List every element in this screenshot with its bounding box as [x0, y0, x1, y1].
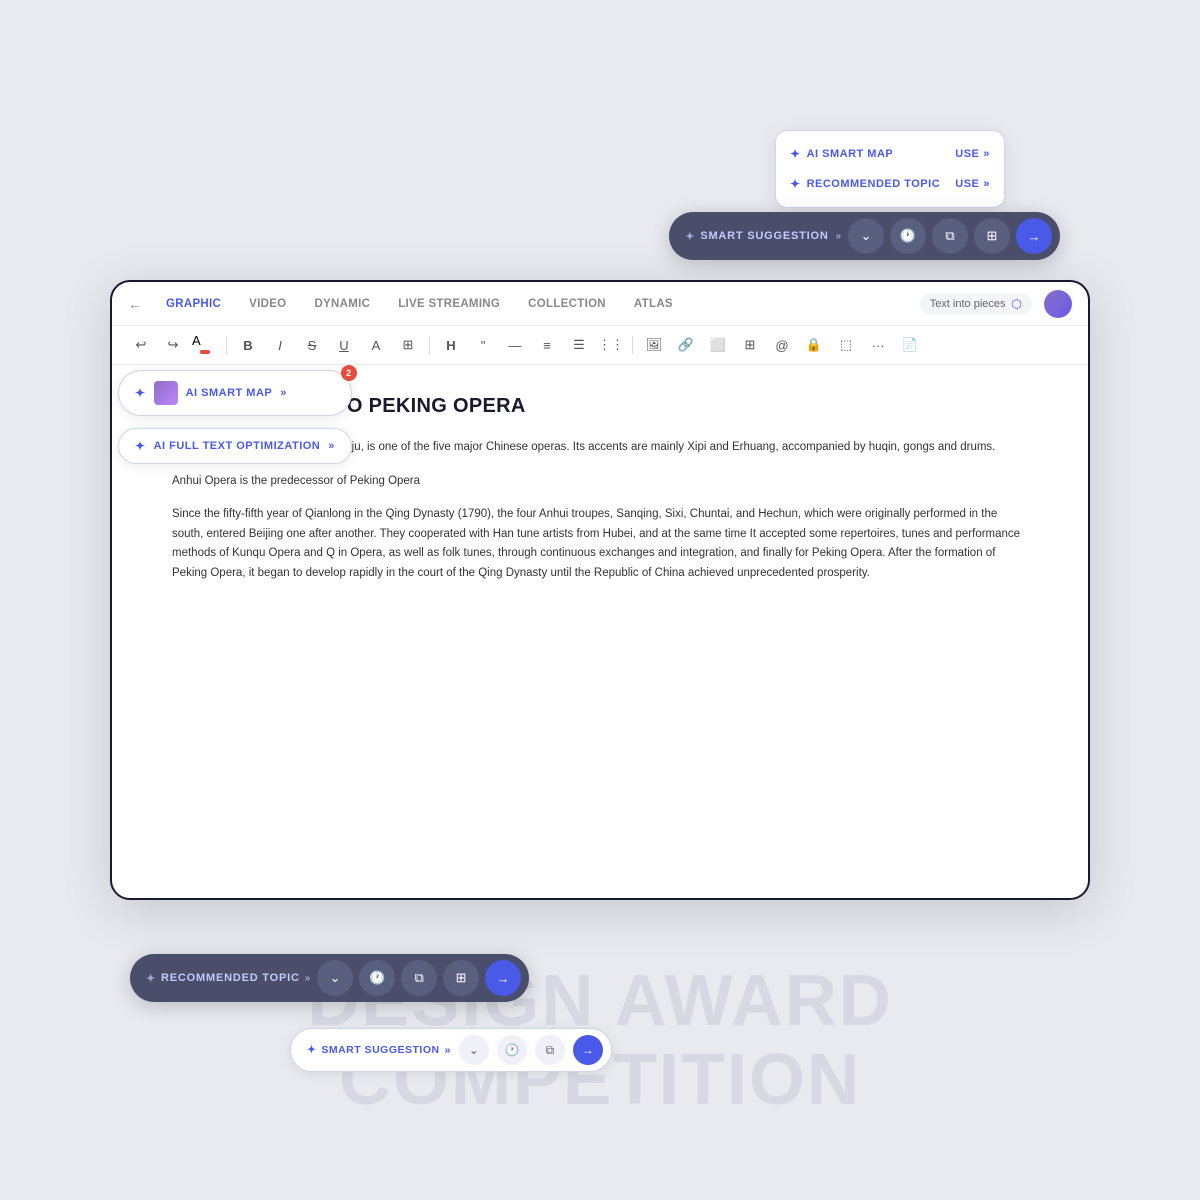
chevron-small-button[interactable]: ⌄ [459, 1035, 489, 1065]
recommended-topic-label: ✦ RECOMMENDED TOPIC » [146, 972, 311, 985]
embed-button[interactable]: ⬜ [705, 332, 731, 358]
toolbar-separator-2 [429, 336, 430, 354]
text-into-pieces-pill[interactable]: Text into pieces ⬡ [920, 293, 1032, 315]
copy-button-bottom[interactable]: ⧉ [401, 960, 437, 996]
underline-button[interactable]: U [331, 332, 357, 358]
copy-button-top[interactable]: ⧉ [932, 218, 968, 254]
floating-ai-panel: ✦ AI SMART MAP USE » ✦ RECOMMENDED TOPIC… [775, 130, 1005, 208]
clock-button-bottom[interactable]: 🕐 [359, 960, 395, 996]
unordered-list-button[interactable]: ⋮⋮ [598, 332, 624, 358]
grid-button-bottom[interactable]: ⊞ [443, 960, 479, 996]
toolbar-separator-1 [226, 336, 227, 354]
color-picker-button[interactable]: A [192, 332, 218, 358]
ai-icon: ⬡ [1012, 297, 1022, 311]
clock-small-button[interactable]: 🕐 [497, 1035, 527, 1065]
redo-button[interactable]: ↪ [160, 332, 186, 358]
tab-video[interactable]: VIDEO [237, 292, 298, 316]
map-thumbnail [154, 381, 178, 405]
arrow-button-top[interactable]: → [1016, 218, 1052, 254]
lock-button[interactable]: 🔒 [801, 332, 827, 358]
tab-atlas[interactable]: ATLAS [622, 292, 685, 316]
smart-suggestion-bar-top: ✦ SMART SUGGESTION » ⌄ 🕐 ⧉ ⊞ → [669, 212, 1060, 260]
export-button[interactable]: 📄 [897, 332, 923, 358]
tab-graphic[interactable]: GRAPHIC [154, 292, 233, 316]
sparkle-icon-left-1: ✦ [135, 386, 146, 400]
left-floating-buttons: ✦ AI SMART MAP » 2 ✦ AI FULL TEXT OPTIMI… [118, 370, 352, 464]
more-button[interactable]: ··· [865, 332, 891, 358]
smart-suggestion-label-top: ✦ SMART SUGGESTION » [685, 230, 842, 243]
tab-collection[interactable]: COLLECTION [516, 292, 618, 316]
paragraph-2: Anhui Opera is the predecessor of Peking… [172, 472, 1028, 492]
mention-button[interactable]: @ [769, 332, 795, 358]
chevron-down-button-top[interactable]: ⌄ [848, 218, 884, 254]
arrow-small-button[interactable]: → [573, 1035, 603, 1065]
user-avatar[interactable] [1044, 290, 1072, 318]
chevron-down-button-bottom[interactable]: ⌄ [317, 960, 353, 996]
editor-toolbar: ↩ ↪ A B I S U A ⊞ H " — ≡ ☰ ⋮⋮ 🖼 🔗 ⬜ ⊞ @… [112, 326, 1088, 365]
sparkle-icon-2: ✦ [790, 177, 801, 191]
undo-button[interactable]: ↩ [128, 332, 154, 358]
toolbar-separator-3 [632, 336, 633, 354]
link-button[interactable]: 🔗 [673, 332, 699, 358]
ai-full-text-button[interactable]: ✦ AI FULL TEXT OPTIMIZATION » [118, 428, 352, 464]
highlight-button[interactable]: ⊞ [395, 332, 421, 358]
copy-small-button[interactable]: ⧉ [535, 1035, 565, 1065]
ordered-list-button[interactable]: ☰ [566, 332, 592, 358]
recommended-topic-panel-item[interactable]: ✦ RECOMMENDED TOPIC USE » [776, 169, 1004, 199]
clock-button-top[interactable]: 🕐 [890, 218, 926, 254]
strikethrough-button[interactable]: S [299, 332, 325, 358]
smart-map-badge: 2 [341, 365, 357, 381]
align-button[interactable]: ≡ [534, 332, 560, 358]
italic-button[interactable]: I [267, 332, 293, 358]
smart-suggestion-bar-bottom: ✦ SMART SUGGESTION » ⌄ 🕐 ⧉ → [290, 1028, 612, 1072]
image-button[interactable]: 🖼 [641, 332, 667, 358]
ai-smart-map-button[interactable]: ✦ AI SMART MAP » 2 [118, 370, 352, 416]
back-arrow[interactable]: ← [128, 296, 142, 312]
tab-live-streaming[interactable]: LIVE STREAMING [386, 292, 512, 316]
sparkle-icon: ✦ [790, 147, 801, 161]
heading-button[interactable]: H [438, 332, 464, 358]
recommended-topic-bar: ✦ RECOMMENDED TOPIC » ⌄ 🕐 ⧉ ⊞ → [130, 954, 529, 1002]
paragraph-3: Since the fifty-fifth year of Qianlong i… [172, 505, 1028, 583]
ai-smart-map-panel-item[interactable]: ✦ AI SMART MAP USE » [776, 139, 1004, 169]
font-color-button[interactable]: A [363, 332, 389, 358]
quote-button[interactable]: " [470, 332, 496, 358]
tab-dynamic[interactable]: DYNAMIC [302, 292, 382, 316]
frame-button[interactable]: ⬚ [833, 332, 859, 358]
bold-button[interactable]: B [235, 332, 261, 358]
grid-button-top[interactable]: ⊞ [974, 218, 1010, 254]
divider-button[interactable]: — [502, 332, 528, 358]
table-button[interactable]: ⊞ [737, 332, 763, 358]
sparkle-icon-left-2: ✦ [135, 439, 146, 453]
arrow-button-bottom[interactable]: → [485, 960, 521, 996]
editor-nav: ← GRAPHIC VIDEO DYNAMIC LIVE STREAMING C… [112, 282, 1088, 326]
smart-suggestion-label-bottom: ✦ SMART SUGGESTION » [307, 1044, 451, 1056]
